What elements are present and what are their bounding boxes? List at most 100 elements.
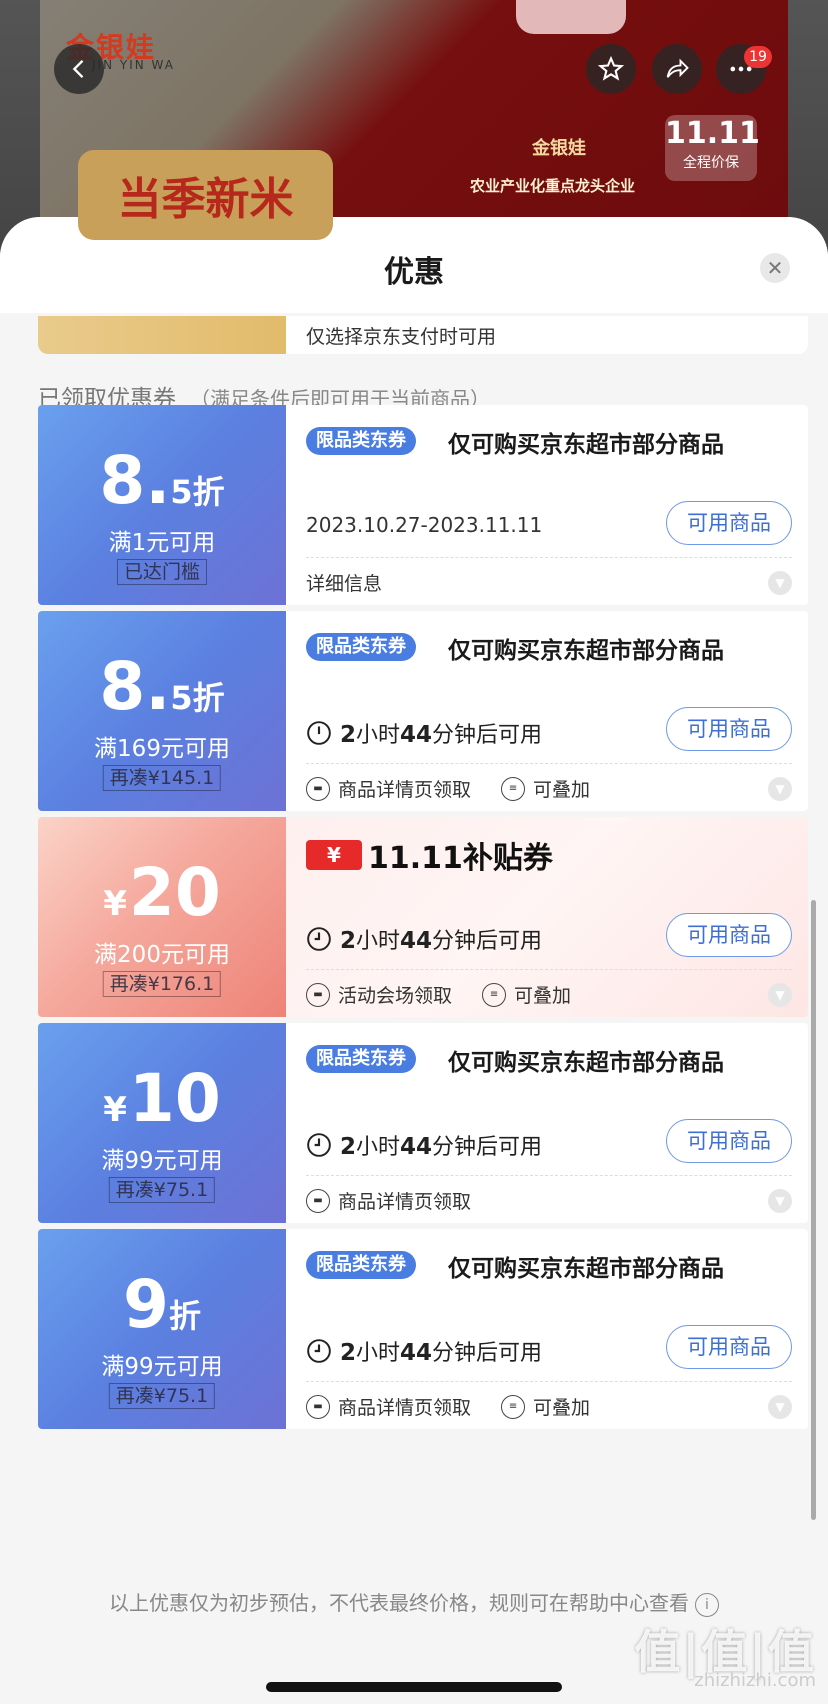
coupon-value-number: 10 <box>128 1060 221 1137</box>
badge-sub: 全程价保 <box>683 155 739 171</box>
countdown-suffix: 分钟后可用 <box>432 929 543 954</box>
coupon-value-panel: ¥20 满200元可用 再凑¥176.1 <box>38 817 286 1017</box>
coupon-source-label: 商品详情页领取 <box>338 1397 472 1419</box>
back-button[interactable] <box>54 44 104 94</box>
coupon-hint: 再凑¥145.1 <box>102 765 222 791</box>
countdown-suffix: 分钟后可用 <box>432 1135 543 1160</box>
countdown-hours-unit: 小时 <box>356 1341 401 1366</box>
coupon-divider <box>306 1175 792 1176</box>
stack-icon: ≡ <box>501 1394 526 1419</box>
coupon-title: 仅可购买京东超市部分商品 <box>448 638 724 664</box>
star-icon <box>597 55 625 81</box>
previous-offer-card: 仅选择京东支付时可用 <box>38 316 808 354</box>
price-protect-badge: 11.11 全程价保 <box>665 115 760 181</box>
coupon-card: ¥20 满200元可用 再凑¥176.1 ¥ 11.11补贴券 2小时44分钟后… <box>38 817 808 1017</box>
coupon-divider <box>306 763 792 764</box>
coupon-hint: 已达门槛 <box>116 559 208 585</box>
chevron-down-icon[interactable]: ▼ <box>768 1189 792 1213</box>
coupon-value-number: 20 <box>128 854 221 931</box>
coupon-card: 8.5折 满1元可用 已达门槛 限品类东券 仅可购买京东超市部分商品 2023.… <box>38 405 808 605</box>
chevron-down-icon[interactable]: ▼ <box>768 1395 792 1419</box>
available-products-button[interactable]: 可用商品 <box>666 1119 792 1163</box>
home-indicator[interactable] <box>266 1682 562 1692</box>
countdown-hours: 2 <box>340 1134 357 1160</box>
info-icon[interactable]: i <box>695 1592 719 1617</box>
coupon-value: 9折 <box>38 1272 286 1354</box>
ticket-icon: ▬ <box>306 1394 330 1419</box>
coupon-condition: 满169元可用 <box>94 736 230 762</box>
coupon-info: 限品类东券 仅可购买京东超市部分商品 2小时44分钟后可用 可用商品 ▬ 商品详情… <box>286 1023 808 1223</box>
available-products-button[interactable]: 可用商品 <box>666 1325 792 1369</box>
chevron-down-icon[interactable]: ▼ <box>768 571 792 595</box>
coupon-value: ¥20 <box>38 860 286 942</box>
share-button[interactable] <box>652 44 702 94</box>
coupon-hint: 再凑¥75.1 <box>108 1177 216 1203</box>
clock-icon <box>307 1339 331 1363</box>
brand-logo-en: JIN YIN WA <box>92 58 175 72</box>
product-banner: 当季新米 <box>78 150 333 240</box>
countdown-hours-unit: 小时 <box>356 723 401 748</box>
coupon-divider <box>306 969 792 970</box>
bag-slogan: 农业产业化重点龙头企业 <box>470 177 636 195</box>
coupon-tag: 限品类东券 <box>306 427 416 455</box>
countdown-hours-unit: 小时 <box>356 1135 401 1160</box>
coupon-stack-label: 可叠加 <box>514 985 572 1007</box>
coupon-condition: 满99元可用 <box>101 1148 223 1174</box>
coupon-tag: 限品类东券 <box>306 1045 416 1073</box>
previous-offer-note: 仅选择京东支付时可用 <box>306 326 497 348</box>
stack-icon: ≡ <box>501 776 526 801</box>
favorite-button[interactable] <box>586 44 636 94</box>
coupon-value: 8.5折 <box>38 654 286 736</box>
ticket-icon: ▬ <box>306 1188 330 1213</box>
coupon-stack: ≡ 可叠加 <box>501 775 590 802</box>
chevron-down-icon[interactable]: ▼ <box>768 983 792 1007</box>
coupon-card: 8.5折 满169元可用 再凑¥145.1 限品类东券 仅可购买京东超市部分商品… <box>38 611 808 811</box>
coupon-stack: ≡ 可叠加 <box>482 981 571 1008</box>
countdown-minutes: 44 <box>400 1340 433 1366</box>
countdown-hours-unit: 小时 <box>356 929 401 954</box>
available-products-button[interactable]: 可用商品 <box>666 913 792 957</box>
coupon-source-label: 商品详情页领取 <box>338 779 472 801</box>
close-icon: ✕ <box>766 256 784 280</box>
chevron-down-icon[interactable]: ▼ <box>768 777 792 801</box>
countdown-hours: 2 <box>340 928 357 954</box>
coupon-stack-label: 可叠加 <box>533 779 591 801</box>
coupon-value-panel: ¥10 满99元可用 再凑¥75.1 <box>38 1023 286 1223</box>
share-icon <box>666 58 689 78</box>
countdown-minutes: 44 <box>400 1134 433 1160</box>
coupon-source: ▬ 商品详情页领取 <box>306 775 471 802</box>
coupon-value-number: 9 <box>123 1266 169 1343</box>
coupon-value: ¥10 <box>38 1066 286 1148</box>
coupon-countdown: 2小时44分钟后可用 <box>306 1129 542 1161</box>
countdown-minutes: 44 <box>400 722 433 748</box>
clock-icon <box>307 1133 331 1157</box>
coupon-countdown: 2小时44分钟后可用 <box>306 717 542 749</box>
more-badge-count: 19 <box>744 46 772 68</box>
scrollbar[interactable] <box>811 900 816 1520</box>
ticket-icon: ▬ <box>306 982 330 1007</box>
coupon-source: ▬ 活动会场领取 <box>306 981 452 1008</box>
coupon-footer: ▬ 商品详情页领取 <box>306 1187 501 1214</box>
coupon-value-decimal: 5 <box>170 473 193 511</box>
coupon-stack: ≡ 可叠加 <box>501 1393 590 1420</box>
yen-chip-icon: ¥ <box>306 840 362 870</box>
close-button[interactable]: ✕ <box>760 253 790 283</box>
available-products-button[interactable]: 可用商品 <box>666 501 792 545</box>
detail-info-link[interactable]: 详细信息 <box>306 569 382 596</box>
coupon-info: 限品类东券 仅可购买京东超市部分商品 2小时44分钟后可用 可用商品 ▬ 商品详情… <box>286 1229 808 1429</box>
ticket-icon: ▬ <box>306 776 330 801</box>
coupon-divider <box>306 1381 792 1382</box>
coupon-info: ¥ 11.11补贴券 2小时44分钟后可用 可用商品 ▬ 活动会场领取 ≡ 可叠加 … <box>286 817 808 1017</box>
coupon-footer: ▬ 商品详情页领取 ≡ 可叠加 <box>306 1393 620 1420</box>
sheet-title: 优惠 <box>384 255 444 290</box>
stack-icon: ≡ <box>482 982 507 1007</box>
watermark-url: zhizhizhi.com <box>694 1670 816 1691</box>
coupon-title: 仅可购买京东超市部分商品 <box>448 1050 724 1076</box>
countdown-suffix: 分钟后可用 <box>432 1341 543 1366</box>
countdown-hours: 2 <box>340 722 357 748</box>
disclaimer-text: 以上优惠仅为初步预估，不代表最终价格，规则可在帮助中心查看 <box>109 1591 689 1615</box>
coupon-value-unit: 折 <box>192 679 225 717</box>
available-products-button[interactable]: 可用商品 <box>666 707 792 751</box>
coupon-tag: 限品类东券 <box>306 633 416 661</box>
bag-brand: 金银娃 <box>532 138 586 159</box>
